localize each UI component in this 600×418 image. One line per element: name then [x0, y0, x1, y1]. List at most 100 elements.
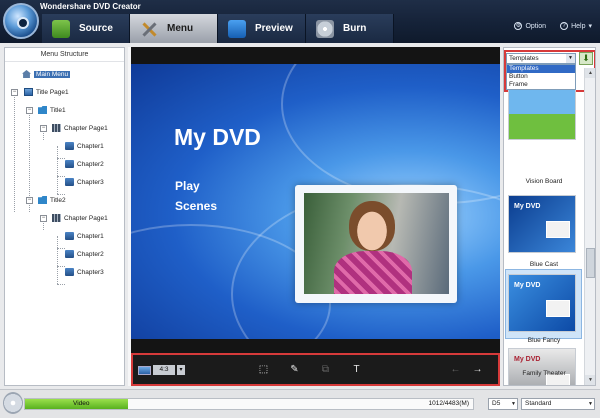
tab-preview[interactable]: Preview	[218, 14, 306, 43]
tree-node-label: Title1	[50, 106, 66, 114]
template-thumb-title: My DVD	[514, 282, 541, 289]
chevron-down-icon: ▾	[177, 365, 185, 375]
template-thumb-family-theater[interactable]: My DVD	[508, 348, 576, 385]
template-thumb-vision-board[interactable]	[508, 82, 576, 140]
aspect-ratio-value: 4:3	[153, 365, 175, 375]
collapse-toggle-icon[interactable]: −	[40, 215, 47, 222]
tree-node-chapter[interactable]: Chapter2	[65, 158, 104, 170]
quality-value: Standard	[525, 400, 552, 407]
template-thumb-blue-cast[interactable]: My DVD	[508, 195, 576, 253]
menu-icon	[140, 20, 158, 38]
templates-panel: Templates ▼ ⬇ Templates Button Frame Vis…	[503, 47, 596, 386]
tree-connector	[57, 146, 58, 194]
tree-node-chapter-page[interactable]: Chapter Page1	[52, 212, 108, 224]
template-label: Blue Fancy	[527, 337, 561, 344]
dvd-menu-title[interactable]: My DVD	[174, 124, 261, 151]
collapse-toggle-icon[interactable]: −	[40, 125, 47, 132]
arrow-right-icon[interactable]: →	[471, 363, 484, 376]
dropdown-option[interactable]: Frame	[507, 81, 575, 89]
add-text-icon[interactable]: T	[350, 363, 363, 376]
tree-node-chapter[interactable]: Chapter2	[65, 248, 104, 260]
tab-source[interactable]: Source	[42, 14, 130, 43]
tab-menu[interactable]: Menu	[130, 14, 218, 43]
dvd-photo	[304, 193, 449, 294]
home-icon	[22, 70, 31, 78]
tree-node-chapter[interactable]: Chapter1	[65, 230, 104, 242]
header-links: ⚙ Option ? Help ▾	[514, 22, 592, 30]
help-icon: ?	[560, 22, 569, 30]
option-label: Option	[525, 22, 547, 30]
tree-connector	[14, 92, 15, 212]
title-page-icon	[24, 88, 33, 96]
status-bar: Video 1012/4483(M) D5 ▼ Standard ▼	[0, 389, 600, 418]
tree-node-label: Chapter2	[77, 160, 104, 168]
disc-capacity-bar: Video 1012/4483(M)	[24, 398, 474, 410]
tree-node-label: Title2	[50, 196, 66, 204]
collapse-toggle-icon[interactable]: −	[26, 107, 33, 114]
app-logo-icon	[3, 3, 39, 39]
option-button[interactable]: ⚙ Option	[514, 22, 546, 30]
tree-node-chapter[interactable]: Chapter3	[65, 176, 104, 188]
tree-connector	[57, 266, 65, 267]
chapter-icon	[65, 160, 74, 168]
help-button[interactable]: ? Help ▾	[560, 22, 592, 30]
templates-dropdown[interactable]: Templates ▼	[506, 53, 576, 64]
capacity-size: 1012/4483(M)	[428, 400, 469, 407]
background-swirl	[281, 64, 500, 204]
tab-burn-label: Burn	[343, 23, 367, 34]
photo-girl-face	[349, 201, 395, 251]
capacity-label: Video	[73, 400, 90, 407]
disc-type-select[interactable]: D5 ▼	[488, 398, 518, 410]
tree-node-label: Chapter1	[77, 232, 104, 240]
tree-node-chapter[interactable]: Chapter1	[65, 140, 104, 152]
dropdown-option[interactable]: Templates	[507, 65, 575, 73]
dvd-play-button[interactable]: Play	[175, 179, 200, 193]
chapter-icon	[65, 142, 74, 150]
scroll-up-icon[interactable]: ▲	[585, 68, 595, 78]
preview-icon	[228, 19, 246, 38]
aspect-ratio-select[interactable]: 4:3 ▾	[138, 365, 185, 375]
tab-burn[interactable]: Burn	[306, 14, 394, 43]
scroll-down-icon[interactable]: ▼	[585, 375, 595, 385]
collapse-toggle-icon[interactable]: −	[26, 197, 33, 204]
chevron-down-icon: ▼	[588, 401, 593, 407]
chevron-down-icon: ▼	[566, 54, 575, 63]
tab-menu-label: Menu	[167, 23, 194, 34]
tree-node-title[interactable]: Title2	[38, 194, 66, 206]
tree-node-chapter-page[interactable]: Chapter Page1	[52, 122, 108, 134]
tree-node-label: Chapter3	[77, 178, 104, 186]
preview-toolbar: 4:3 ▾ ⬚ ✎ ⧉ T ← →	[131, 353, 500, 386]
tree-node-title-page[interactable]: Title Page1	[24, 86, 69, 98]
dvd-menu-stage[interactable]: My DVD Play Scenes	[131, 64, 500, 339]
disc-icon	[3, 392, 23, 414]
dropdown-option[interactable]: Button	[507, 73, 575, 81]
template-thumb-blue-fancy[interactable]: My DVD	[508, 274, 576, 332]
folder-icon	[38, 106, 47, 114]
crop-icon[interactable]: ⧉	[319, 363, 332, 376]
help-label: Help	[571, 22, 586, 30]
templates-scrollbar[interactable]: ▲ ▼	[584, 68, 595, 385]
scrollbar-thumb[interactable]	[586, 248, 595, 278]
template-thumb-title: My DVD	[514, 356, 541, 363]
chevron-down-icon: ▼	[511, 401, 516, 407]
quality-select[interactable]: Standard ▼	[521, 398, 595, 410]
main-tabs: Source Menu Preview Burn	[42, 14, 394, 43]
download-button[interactable]: ⬇	[579, 52, 593, 65]
dvd-photo-frame[interactable]	[295, 185, 457, 303]
dvd-scenes-button[interactable]: Scenes	[175, 199, 217, 213]
download-icon: ⬇	[582, 53, 590, 63]
tree-node-main-menu[interactable]: Main Menu	[22, 68, 71, 80]
edit-icon[interactable]: ✎	[288, 363, 301, 376]
tree-node-label: Chapter Page1	[64, 214, 108, 222]
tree-connector	[57, 158, 65, 159]
select-area-icon[interactable]: ⬚	[257, 363, 270, 376]
template-thumb-image	[546, 221, 570, 238]
gear-icon: ⚙	[514, 22, 523, 30]
tree-node-title[interactable]: Title1	[38, 104, 66, 116]
arrow-left-icon[interactable]: ←	[449, 363, 462, 376]
menu-preview-area: My DVD Play Scenes 4:3 ▾ ⬚ ✎ ⧉ T ← →	[128, 47, 500, 386]
tree-node-chapter[interactable]: Chapter3	[65, 266, 104, 278]
template-thumb-title: My DVD	[514, 203, 541, 210]
collapse-toggle-icon[interactable]: −	[11, 89, 18, 96]
folder-icon	[38, 196, 47, 204]
